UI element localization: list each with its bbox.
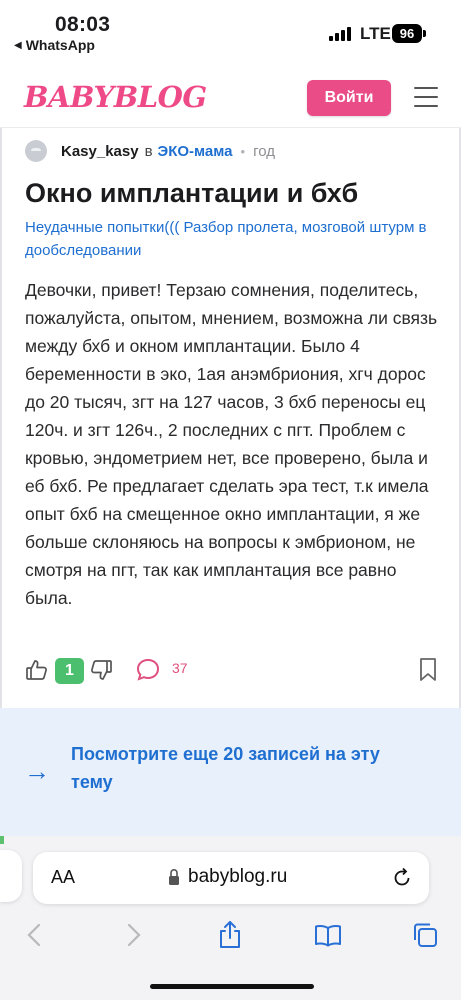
post-body: Девочки, привет! Терзаю сомнения, подели… [25, 280, 438, 608]
forward-arrow-icon[interactable] [118, 920, 148, 950]
back-arrow-icon[interactable] [20, 920, 50, 950]
post-tags-link[interactable]: Неудачные попытки((( Разбор пролета, моз… [25, 216, 445, 262]
post-title: Окно имплантации и бхб [25, 178, 359, 208]
comment-icon[interactable] [135, 657, 161, 683]
lock-icon [169, 868, 179, 885]
site-header: BABYBLOG Войти [0, 66, 461, 128]
post-meta: Kasy_kasy в ЭКО-мама • год [25, 140, 275, 162]
separator-dot: • [240, 143, 246, 159]
network-type: LTE [360, 24, 391, 43]
browser-toolbar: AA babyblog.ru [0, 836, 461, 1000]
home-indicator [150, 984, 314, 989]
aa-label: AA [51, 867, 76, 887]
community-link[interactable]: ЭКО-мама [158, 143, 233, 160]
post-actions: 1 37 [25, 656, 445, 686]
previous-tab-peek[interactable] [0, 850, 22, 902]
likes-count: 1 [55, 658, 84, 684]
battery-icon: 96 [392, 24, 422, 43]
post-card: Kasy_kasy в ЭКО-мама • год Окно импланта… [0, 128, 461, 708]
bookmarks-icon[interactable] [313, 920, 343, 950]
login-button[interactable]: Войти [307, 80, 391, 116]
browser-nav [0, 920, 461, 960]
url-text[interactable]: babyblog.ru [188, 866, 287, 888]
tabs-icon[interactable] [410, 920, 440, 950]
comments-count[interactable]: 37 [172, 660, 188, 676]
more-posts-banner[interactable]: → Посмотрите еще 20 записей на эту тему [0, 708, 461, 836]
status-bar: 08:03 ◀ WhatsApp LTE 96 [0, 0, 461, 58]
back-app-label: WhatsApp [25, 37, 95, 53]
reader-settings-button[interactable]: AA [51, 867, 75, 888]
bookmark-icon[interactable] [418, 657, 438, 683]
address-bar[interactable]: AA babyblog.ru [33, 852, 429, 904]
arrow-right-icon: → [24, 756, 50, 786]
author-name[interactable]: Kasy_kasy [61, 143, 139, 160]
thumbs-up-icon[interactable] [25, 658, 49, 682]
share-icon[interactable] [215, 920, 245, 950]
more-posts-link[interactable]: Посмотрите еще 20 записей на эту тему [71, 740, 421, 796]
clock: 08:03 [55, 13, 111, 36]
menu-icon[interactable] [414, 87, 438, 107]
back-to-app-link[interactable]: ◀ WhatsApp [14, 37, 95, 53]
babyblog-logo[interactable]: BABYBLOG [24, 80, 207, 114]
page-edge-marker [0, 836, 4, 844]
reload-icon[interactable] [391, 866, 413, 888]
battery-tip [423, 30, 426, 37]
author-avatar[interactable] [25, 140, 47, 162]
post-time: год [253, 142, 276, 160]
thumbs-down-icon[interactable] [89, 658, 113, 682]
cellular-signal-icon [329, 26, 351, 41]
in-word: в [144, 142, 153, 160]
back-triangle-icon: ◀ [14, 39, 22, 51]
